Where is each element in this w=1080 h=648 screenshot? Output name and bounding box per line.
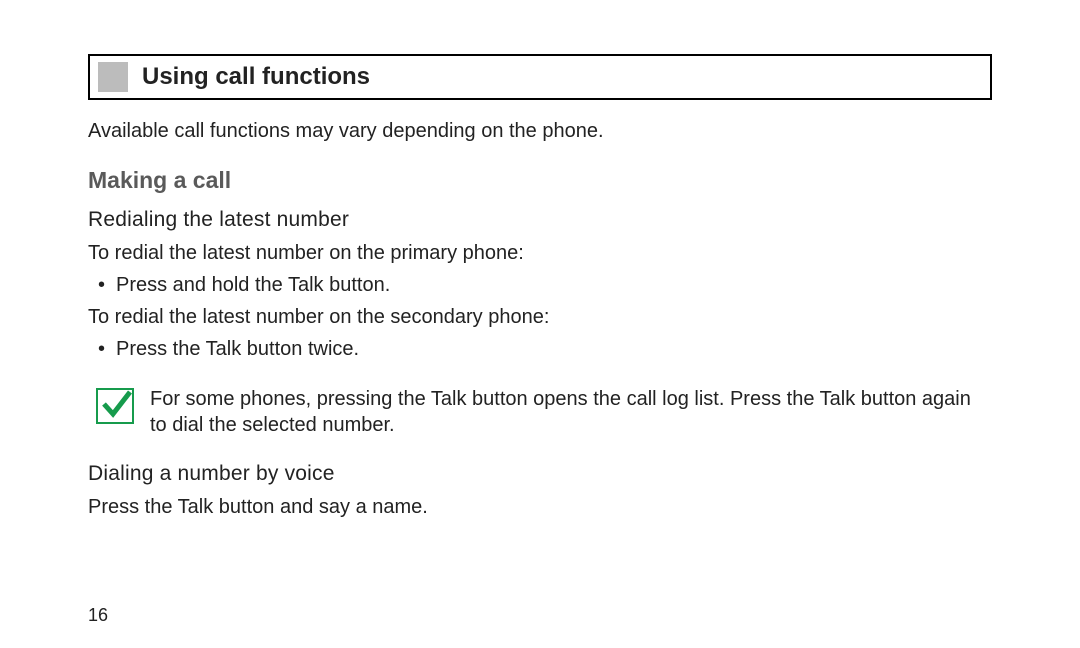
redial-primary-label: To redial the latest number on the prima… [88, 240, 992, 267]
subsection-making-a-call: Making a call [88, 167, 992, 194]
heading-decorative-square [98, 62, 128, 92]
note-text: For some phones, pressing the Talk butto… [150, 386, 992, 438]
redial-primary-list: Press and hold the Talk button. [88, 271, 992, 300]
note-block: For some phones, pressing the Talk butto… [88, 386, 992, 438]
redial-primary-bullet: Press and hold the Talk button. [116, 271, 992, 300]
page-number: 16 [88, 605, 108, 626]
redial-secondary-bullet: Press the Talk button twice. [116, 335, 992, 364]
subsubsection-redial: Redialing the latest number [88, 208, 992, 232]
voice-dial-body: Press the Talk button and say a name. [88, 494, 992, 521]
checkmark-icon [96, 388, 134, 424]
section-heading-text: Using call functions [142, 63, 370, 91]
subsubsection-voice-dial: Dialing a number by voice [88, 462, 992, 486]
redial-secondary-label: To redial the latest number on the secon… [88, 304, 992, 331]
intro-paragraph: Available call functions may vary depend… [88, 118, 992, 145]
redial-secondary-list: Press the Talk button twice. [88, 335, 992, 364]
section-heading-box: Using call functions [88, 54, 992, 100]
